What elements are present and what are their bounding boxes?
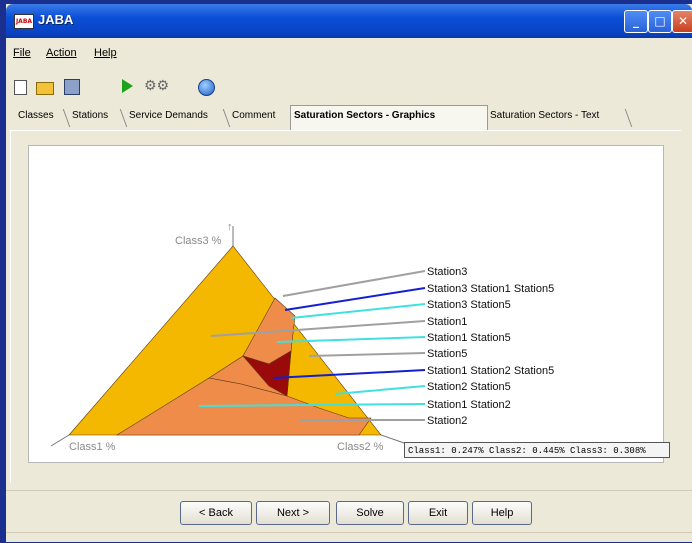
title-bar[interactable]: JABA JABA _ □ ✕ [6, 4, 692, 38]
coordinate-readout: Class1: 0.247% Class2: 0.445% Class3: 0.… [404, 442, 670, 458]
sector-label: Station2 Station5 [427, 381, 511, 393]
help-icon[interactable] [198, 79, 215, 96]
close-button[interactable]: ✕ [672, 10, 692, 33]
tab-service-demands[interactable]: Service Demands [129, 110, 208, 121]
status-bar [6, 532, 692, 543]
maximize-button[interactable]: □ [648, 10, 672, 33]
tab-stations[interactable]: Stations [72, 110, 108, 121]
leader-station2-station5 [334, 385, 426, 395]
window-title: JABA [38, 12, 74, 27]
sector-label: Station1 Station5 [427, 332, 511, 344]
sector-label: Station3 Station5 [427, 299, 511, 311]
solve-icon[interactable]: ⚙⚙ [144, 78, 172, 94]
sector-label: Station1 Station2 [427, 399, 511, 411]
solve-button[interactable]: Solve [336, 501, 404, 525]
sector-label: Station5 [427, 348, 467, 360]
tab-classes[interactable]: Classes [18, 110, 54, 121]
saturation-triangle-plot[interactable]: ↑ Station3Station3 Station1 Station5Stat… [29, 146, 663, 462]
save-icon[interactable] [64, 79, 80, 95]
new-file-icon[interactable] [14, 80, 27, 95]
open-folder-icon[interactable] [36, 82, 54, 95]
toolbar: ⚙⚙ [6, 68, 692, 104]
help-button[interactable]: Help [472, 501, 532, 525]
sector-labels: Station3 Station3 Station1 Station5 Statio… [427, 266, 554, 427]
axis-class1 [50, 434, 70, 447]
tab-bar: Classes Stations Service Demands Comment… [6, 105, 692, 131]
axis-arrow-top: ↑ [227, 221, 233, 233]
sector-label: Station3 [427, 266, 467, 278]
menu-help[interactable]: Help [94, 47, 117, 59]
sector-label: Station1 Station2 Station5 [427, 365, 554, 377]
minimize-button[interactable]: _ [624, 10, 648, 33]
axis-label-class1: Class1 % [69, 441, 116, 453]
sector-label: Station2 [427, 415, 467, 427]
tab-saturation-graphics[interactable]: Saturation Sectors - Graphics [294, 110, 435, 121]
tab-separator [624, 109, 641, 127]
app-icon: JABA [14, 14, 34, 29]
leader-station5 [308, 352, 426, 357]
tab-saturation-text[interactable]: Saturation Sectors - Text [490, 110, 599, 121]
menu-file[interactable]: File [13, 47, 31, 59]
menu-action[interactable]: Action [46, 47, 77, 59]
next-button[interactable]: Next > [256, 501, 330, 525]
tab-comment[interactable]: Comment [232, 110, 275, 121]
back-button[interactable]: < Back [180, 501, 252, 525]
axis-label-class3: Class3 % [175, 235, 222, 247]
menu-bar: File Action Help [6, 42, 692, 66]
saturation-graphics-canvas[interactable]: ↑ Station3 Station3 Station1 Station5 Stat… [28, 145, 664, 463]
axis-label-class2: Class2 % [337, 441, 384, 453]
button-bar: < Back Next > Solve Exit Help [6, 490, 692, 531]
sector-label: Station3 Station1 Station5 [427, 283, 554, 295]
exit-button[interactable]: Exit [408, 501, 468, 525]
run-icon[interactable] [122, 79, 133, 93]
sector-label: Station1 [427, 316, 467, 328]
